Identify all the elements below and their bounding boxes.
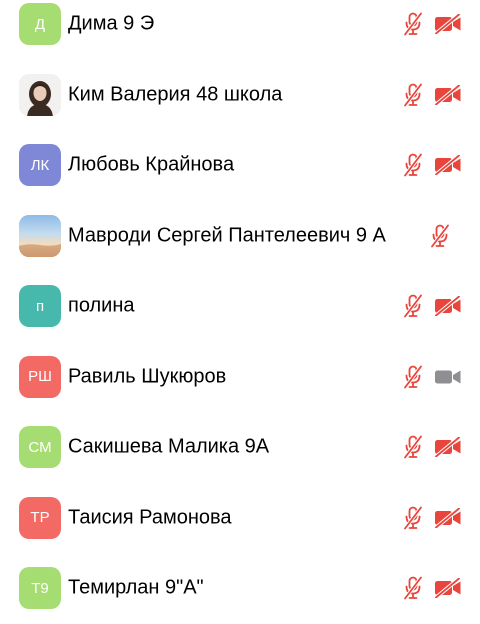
participant-name: Сакишева Малика 9А: [68, 435, 270, 458]
avatar: п: [19, 285, 61, 328]
mic-muted-icon[interactable]: [402, 294, 424, 319]
avatar: ЛК: [19, 144, 61, 187]
mic-muted-icon[interactable]: [402, 576, 424, 601]
participant-row[interactable]: Д Дима 9 Э: [0, 0, 480, 60]
camera-off-icon[interactable]: [434, 578, 462, 599]
sky-photo-icon: [19, 214, 61, 257]
camera-off-icon[interactable]: [434, 155, 462, 176]
mic-muted-icon[interactable]: [429, 223, 451, 248]
participant-row[interactable]: ЛК Любовь Крайнова: [0, 130, 480, 201]
participant-row[interactable]: ТР Таисия Рамонова: [0, 483, 480, 554]
camera-off-icon[interactable]: [434, 14, 462, 35]
participant-name: полина: [68, 294, 135, 317]
participant-list: Д Дима 9 Э Ким Валерия 48 школа ЛК Любов…: [0, 0, 480, 624]
participant-row[interactable]: СМ Сакишева Малика 9А: [0, 412, 480, 483]
participant-name: Таисия Рамонова: [68, 506, 232, 529]
camera-on-icon[interactable]: [434, 367, 462, 387]
mic-muted-icon[interactable]: [402, 505, 424, 530]
avatar: СМ: [19, 426, 61, 469]
participant-name: Темирлан 9"А": [68, 576, 204, 599]
camera-off-icon[interactable]: [434, 507, 462, 528]
mic-muted-icon[interactable]: [402, 12, 424, 37]
avatar: Т9: [19, 567, 61, 610]
mic-muted-icon[interactable]: [402, 435, 424, 460]
avatar: Д: [19, 3, 61, 46]
avatar: ТР: [19, 496, 61, 539]
participant-row[interactable]: Ким Валерия 48 школа: [0, 60, 480, 131]
camera-off-icon[interactable]: [434, 84, 462, 105]
avatar: РШ: [19, 355, 61, 398]
avatar: [19, 73, 61, 116]
camera-off-icon[interactable]: [434, 296, 462, 317]
participant-name: Ким Валерия 48 школа: [68, 83, 283, 106]
participant-name: Дима 9 Э: [68, 12, 155, 35]
avatar: [19, 214, 61, 257]
mic-muted-icon[interactable]: [402, 82, 424, 107]
participant-row[interactable]: Т9 Темирлан 9"А": [0, 553, 480, 624]
participant-name: Мавроди Сергей Пантелеевич 9 А: [68, 224, 386, 247]
person-photo-icon: [19, 73, 61, 116]
participant-name: Равиль Шукюров: [68, 365, 227, 388]
camera-off-icon[interactable]: [434, 437, 462, 458]
participant-name: Любовь Крайнова: [68, 153, 235, 176]
mic-muted-icon[interactable]: [402, 364, 424, 389]
participant-row[interactable]: РШ Равиль Шукюров: [0, 342, 480, 413]
participant-row[interactable]: Мавроди Сергей Пантелеевич 9 А: [0, 201, 480, 272]
mic-muted-icon[interactable]: [402, 153, 424, 178]
participant-row[interactable]: п полина: [0, 271, 480, 342]
